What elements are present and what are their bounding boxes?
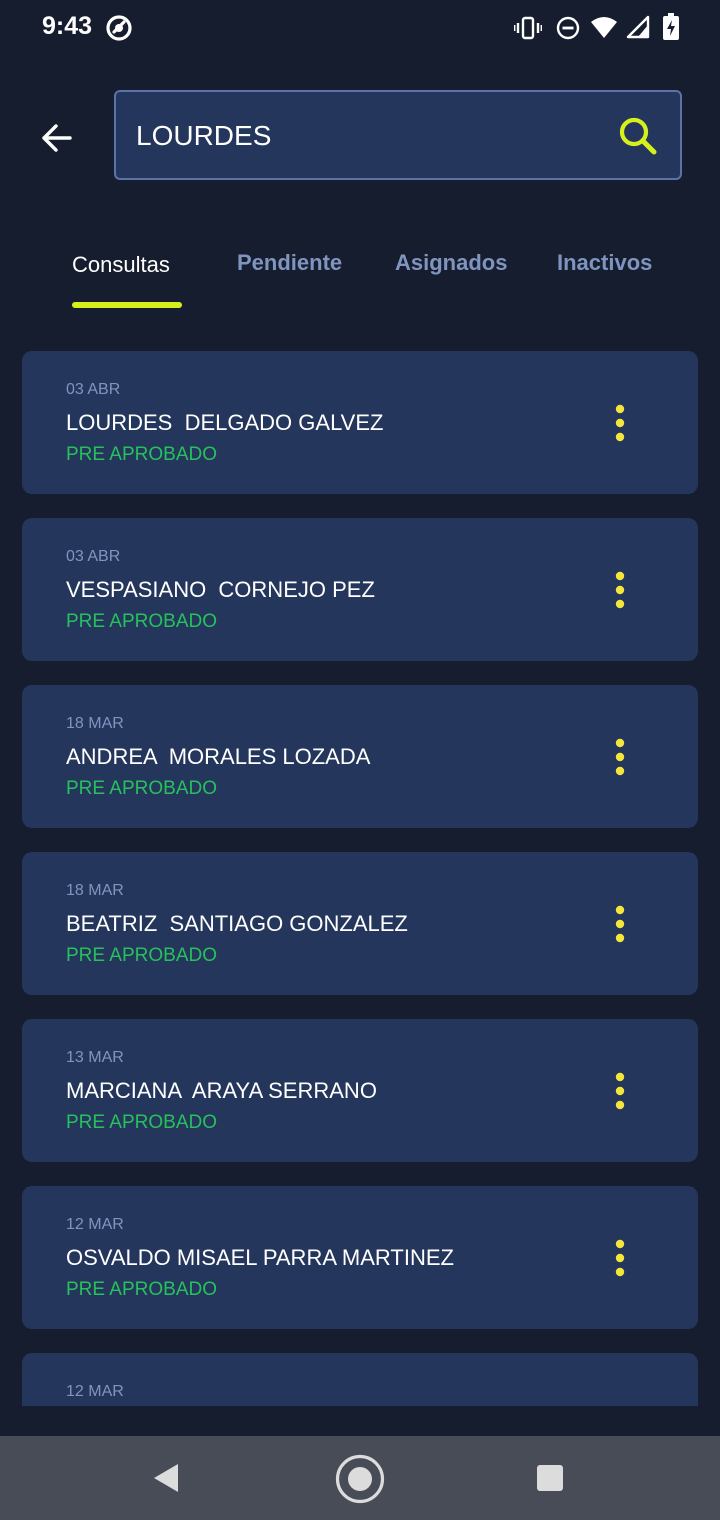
- item-status: PRE APROBADO: [66, 778, 217, 799]
- tab-asignados[interactable]: Asignados: [395, 250, 507, 276]
- list-item[interactable]: 12 MAR OSVALDO MISAEL PARRA MARTINEZ PRE…: [22, 1186, 698, 1329]
- search-input[interactable]: [136, 114, 596, 158]
- results-list[interactable]: 03 ABR LOURDES DELGADO GALVEZ PRE APROBA…: [22, 351, 698, 1406]
- status-time: 9:43: [42, 12, 93, 40]
- item-name: OSVALDO MISAEL PARRA MARTINEZ: [66, 1245, 454, 1270]
- home-circle-icon[interactable]: [334, 1453, 386, 1505]
- do-not-disturb-icon: [556, 16, 580, 40]
- item-date: 03 ABR: [66, 548, 121, 565]
- item-date: 12 MAR: [66, 1383, 124, 1400]
- list-item[interactable]: 13 MAR MARCIANA ARAYA SERRANO PRE APROBA…: [22, 1019, 698, 1162]
- item-status: PRE APROBADO: [66, 1279, 217, 1300]
- item-date: 12 MAR: [66, 1216, 124, 1233]
- active-tab-indicator: [72, 302, 182, 308]
- arrow-left-icon[interactable]: [36, 116, 80, 160]
- item-date: 18 MAR: [66, 715, 124, 732]
- item-status: PRE APROBADO: [66, 945, 217, 966]
- item-date: 03 ABR: [66, 381, 121, 398]
- list-item[interactable]: 18 MAR BEATRIZ SANTIAGO GONZALEZ PRE APR…: [22, 852, 698, 995]
- more-vert-icon[interactable]: [604, 904, 636, 944]
- item-name: MARCIANA ARAYA SERRANO: [66, 1078, 377, 1103]
- battery-icon: [663, 13, 679, 40]
- tab-inactivos[interactable]: Inactivos: [557, 250, 652, 276]
- header: [0, 88, 720, 184]
- back-triangle-icon[interactable]: [150, 1462, 182, 1494]
- list-item[interactable]: 03 ABR VESPASIANO CORNEJO PEZ PRE APROBA…: [22, 518, 698, 661]
- more-vert-icon[interactable]: [604, 1238, 636, 1278]
- at-sign-icon: [106, 15, 132, 41]
- more-vert-icon[interactable]: [604, 570, 636, 610]
- item-name: LOURDES DELGADO GALVEZ: [66, 410, 384, 435]
- tab-consultas[interactable]: Consultas: [72, 252, 170, 278]
- item-date: 13 MAR: [66, 1049, 124, 1066]
- item-status: PRE APROBADO: [66, 611, 217, 632]
- vibrate-icon: [514, 16, 542, 40]
- item-status: PRE APROBADO: [66, 444, 217, 465]
- list-item[interactable]: 03 ABR LOURDES DELGADO GALVEZ PRE APROBA…: [22, 351, 698, 494]
- search-icon[interactable]: [616, 114, 660, 158]
- more-vert-icon[interactable]: [604, 737, 636, 777]
- list-item[interactable]: 18 MAR ANDREA MORALES LOZADA PRE APROBAD…: [22, 685, 698, 828]
- status-bar: 9:43: [0, 0, 720, 56]
- item-name: ANDREA MORALES LOZADA: [66, 744, 371, 769]
- system-nav-bar: [0, 1436, 720, 1520]
- signal-icon: [626, 15, 650, 39]
- search-box: [114, 90, 682, 180]
- item-name: VESPASIANO CORNEJO PEZ: [66, 577, 375, 602]
- list-item[interactable]: 12 MAR: [22, 1353, 698, 1406]
- recents-square-icon[interactable]: [536, 1464, 564, 1492]
- item-date: 18 MAR: [66, 882, 124, 899]
- more-vert-icon[interactable]: [604, 403, 636, 443]
- more-vert-icon[interactable]: [604, 1071, 636, 1111]
- item-status: PRE APROBADO: [66, 1112, 217, 1133]
- tab-pendiente[interactable]: Pendiente: [237, 250, 342, 276]
- wifi-icon: [591, 17, 617, 38]
- tab-bar: Consultas Pendiente Asignados Inactivos: [0, 238, 720, 310]
- item-name: BEATRIZ SANTIAGO GONZALEZ: [66, 911, 408, 936]
